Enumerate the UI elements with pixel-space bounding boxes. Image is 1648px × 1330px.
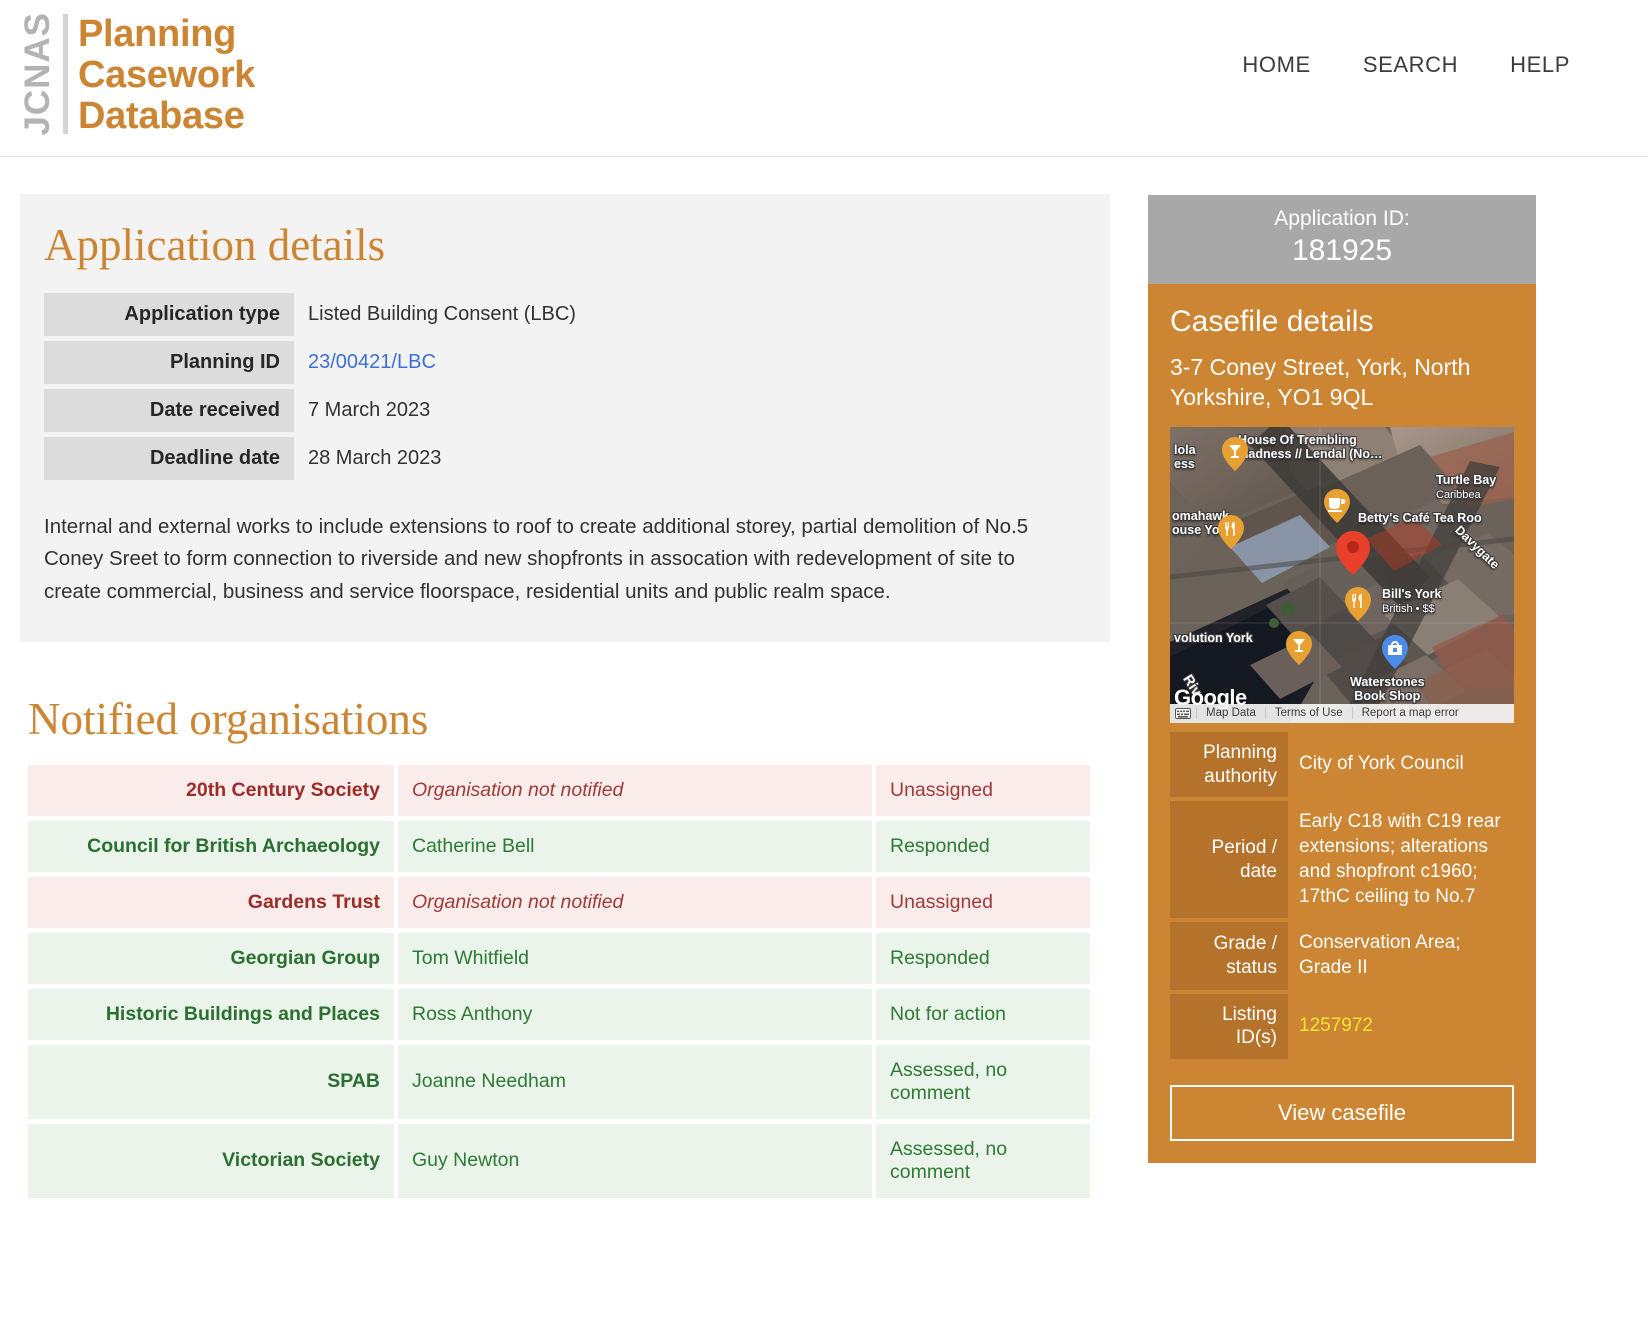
shop-pin-icon[interactable] bbox=[1382, 634, 1408, 669]
table-row: Date received 7 March 2023 bbox=[44, 388, 1086, 432]
table-row: Application type Listed Building Consent… bbox=[44, 292, 1086, 336]
page-body: Application details Application type Lis… bbox=[0, 157, 1648, 1203]
planning-id-link[interactable]: 23/00421/LBC bbox=[308, 351, 436, 373]
organisation-name: 20th Century Society bbox=[28, 764, 394, 816]
field-label-period-date: Period / date bbox=[1170, 801, 1288, 919]
terms-of-use-link[interactable]: Terms of Use bbox=[1264, 707, 1352, 720]
field-label-deadline-date: Deadline date bbox=[44, 436, 294, 480]
organisation-contact: Ross Anthony bbox=[398, 988, 872, 1040]
table-row: Planning authority City of York Council bbox=[1170, 731, 1514, 798]
casefile-address: 3-7 Coney Street, York, North Yorkshire,… bbox=[1170, 353, 1471, 411]
field-value-listing-ids: 1257972 bbox=[1288, 994, 1514, 1060]
organisation-contact: Catherine Bell bbox=[398, 820, 872, 872]
status-badge: Assessed, no comment bbox=[876, 1123, 1090, 1198]
table-row: Historic Buildings and Places Ross Antho… bbox=[28, 988, 1090, 1040]
page-title: Application details bbox=[44, 220, 386, 270]
field-label-planning-id: Planning ID bbox=[44, 340, 294, 384]
map-data-link[interactable]: Map Data bbox=[1196, 707, 1265, 720]
table-row: Victorian Society Guy Newton Assessed, n… bbox=[28, 1123, 1090, 1198]
cocktail-pin-icon[interactable] bbox=[1286, 630, 1312, 665]
organisation-name: Council for British Archaeology bbox=[28, 820, 394, 872]
status-badge: Assessed, no comment bbox=[876, 1044, 1090, 1119]
field-value-date-received: 7 March 2023 bbox=[308, 398, 431, 421]
main-column: Application details Application type Lis… bbox=[0, 157, 1110, 1203]
organisation-name: SPAB bbox=[28, 1044, 394, 1119]
organisation-name: Historic Buildings and Places bbox=[28, 988, 394, 1040]
view-casefile-button[interactable]: View casefile bbox=[1170, 1085, 1514, 1142]
organisation-name: Georgian Group bbox=[28, 932, 394, 984]
sidebar-column: Application ID: 181925 Casefile details … bbox=[1110, 157, 1580, 1164]
organisation-contact: Organisation not notified bbox=[398, 764, 872, 816]
nav-link-search[interactable]: SEARCH bbox=[1363, 52, 1458, 78]
status-badge: Responded bbox=[876, 820, 1090, 872]
organisation-contact: Guy Newton bbox=[398, 1123, 872, 1198]
status-badge: Not for action bbox=[876, 988, 1090, 1040]
table-row: Georgian Group Tom Whitfield Responded bbox=[28, 932, 1090, 984]
site-location-pin-icon[interactable] bbox=[1336, 530, 1370, 575]
brand-line-3: Database bbox=[78, 95, 245, 138]
application-id-value: 181925 bbox=[1291, 234, 1393, 268]
nav-link-help[interactable]: HELP bbox=[1510, 52, 1570, 78]
brand-title: Planning Casework Database bbox=[78, 8, 255, 140]
organisation-contact: Tom Whitfield bbox=[398, 932, 872, 984]
nav-link-home[interactable]: HOME bbox=[1242, 52, 1310, 78]
field-value-deadline-date: 28 March 2023 bbox=[308, 446, 442, 469]
field-value-planning-id: 23/00421/LBC bbox=[294, 341, 1086, 384]
brand-line-1: Planning bbox=[78, 13, 237, 55]
keyboard-shortcuts-icon[interactable] bbox=[1170, 707, 1196, 719]
organisation-name: Gardens Trust bbox=[28, 876, 394, 928]
notified-organisations-title: Notified organisations bbox=[28, 693, 429, 744]
field-label-application-type: Application type bbox=[44, 292, 294, 336]
casefile-heading: Casefile details bbox=[1170, 304, 1374, 338]
field-label-date-received: Date received bbox=[44, 388, 294, 432]
table-row: SPAB Joanne Needham Assessed, no comment bbox=[28, 1044, 1090, 1119]
table-row: Deadline date 28 March 2023 bbox=[44, 436, 1086, 480]
table-row: Period / date Early C18 with C19 rear ex… bbox=[1170, 801, 1514, 919]
casefile-details-table: Planning authority City of York Council … bbox=[1170, 728, 1514, 1063]
organisation-contact: Organisation not notified bbox=[398, 876, 872, 928]
field-value-planning-authority: City of York Council bbox=[1299, 753, 1464, 775]
location-map[interactable]: lola ess House Of Trembling Madness // L… bbox=[1170, 426, 1514, 723]
status-badge: Responded bbox=[876, 932, 1090, 984]
field-value-period-date: Early C18 with C19 rear extensions; alte… bbox=[1299, 811, 1501, 907]
organisation-name: Victorian Society bbox=[28, 1123, 394, 1198]
site-logo[interactable]: JCNAS Planning Casework Database bbox=[0, 0, 255, 140]
application-details-panel: Application details Application type Lis… bbox=[20, 194, 1110, 642]
main-navigation: HOME SEARCH HELP bbox=[1242, 52, 1570, 78]
map-satellite-imagery bbox=[1170, 426, 1514, 723]
brand-line-2: Casework bbox=[78, 54, 256, 97]
application-details-table: Application type Listed Building Consent… bbox=[44, 288, 1086, 485]
field-value-grade-status: Conservation Area; Grade II bbox=[1299, 932, 1461, 978]
site-header: JCNAS Planning Casework Database HOME SE… bbox=[0, 0, 1648, 157]
table-row: Council for British Archaeology Catherin… bbox=[28, 820, 1090, 872]
casefile-body: Casefile details 3-7 Coney Street, York,… bbox=[1148, 283, 1536, 1164]
table-row: Planning ID 23/00421/LBC bbox=[44, 340, 1086, 384]
table-row: Gardens Trust Organisation not notified … bbox=[28, 876, 1090, 928]
application-id-label: Application ID: bbox=[1274, 207, 1410, 230]
cafe-pin-icon[interactable] bbox=[1324, 488, 1350, 523]
cocktail-pin-icon[interactable] bbox=[1222, 436, 1248, 471]
restaurant-pin-icon[interactable] bbox=[1218, 514, 1244, 549]
field-value-application-type: Listed Building Consent (LBC) bbox=[308, 302, 576, 325]
brand-acronym: JCNAS bbox=[18, 12, 57, 136]
table-row: 20th Century Society Organisation not no… bbox=[28, 764, 1090, 816]
restaurant-pin-icon[interactable] bbox=[1345, 586, 1371, 621]
field-label-listing-ids: Listing ID(s) bbox=[1170, 993, 1288, 1060]
organisation-contact: Joanne Needham bbox=[398, 1044, 872, 1119]
field-label-grade-status: Grade / status bbox=[1170, 922, 1288, 990]
map-attribution-bar: Map Data Terms of Use Report a map error bbox=[1170, 703, 1514, 723]
table-row: Grade / status Conservation Area; Grade … bbox=[1170, 922, 1514, 990]
listing-id-link[interactable]: 1257972 bbox=[1299, 1015, 1373, 1036]
casefile-card: Application ID: 181925 Casefile details … bbox=[1148, 195, 1536, 1164]
table-row: Listing ID(s) 1257972 bbox=[1170, 993, 1514, 1060]
application-id-bar: Application ID: 181925 bbox=[1148, 195, 1536, 284]
status-badge: Unassigned bbox=[876, 764, 1090, 816]
status-badge: Unassigned bbox=[876, 876, 1090, 928]
notified-organisations-table: 20th Century Society Organisation not no… bbox=[24, 760, 1094, 1203]
brand-divider bbox=[63, 14, 68, 134]
application-description: Internal and external works to include e… bbox=[44, 514, 1029, 603]
report-map-error-link[interactable]: Report a map error bbox=[1351, 707, 1468, 720]
field-label-planning-authority: Planning authority bbox=[1170, 731, 1288, 798]
